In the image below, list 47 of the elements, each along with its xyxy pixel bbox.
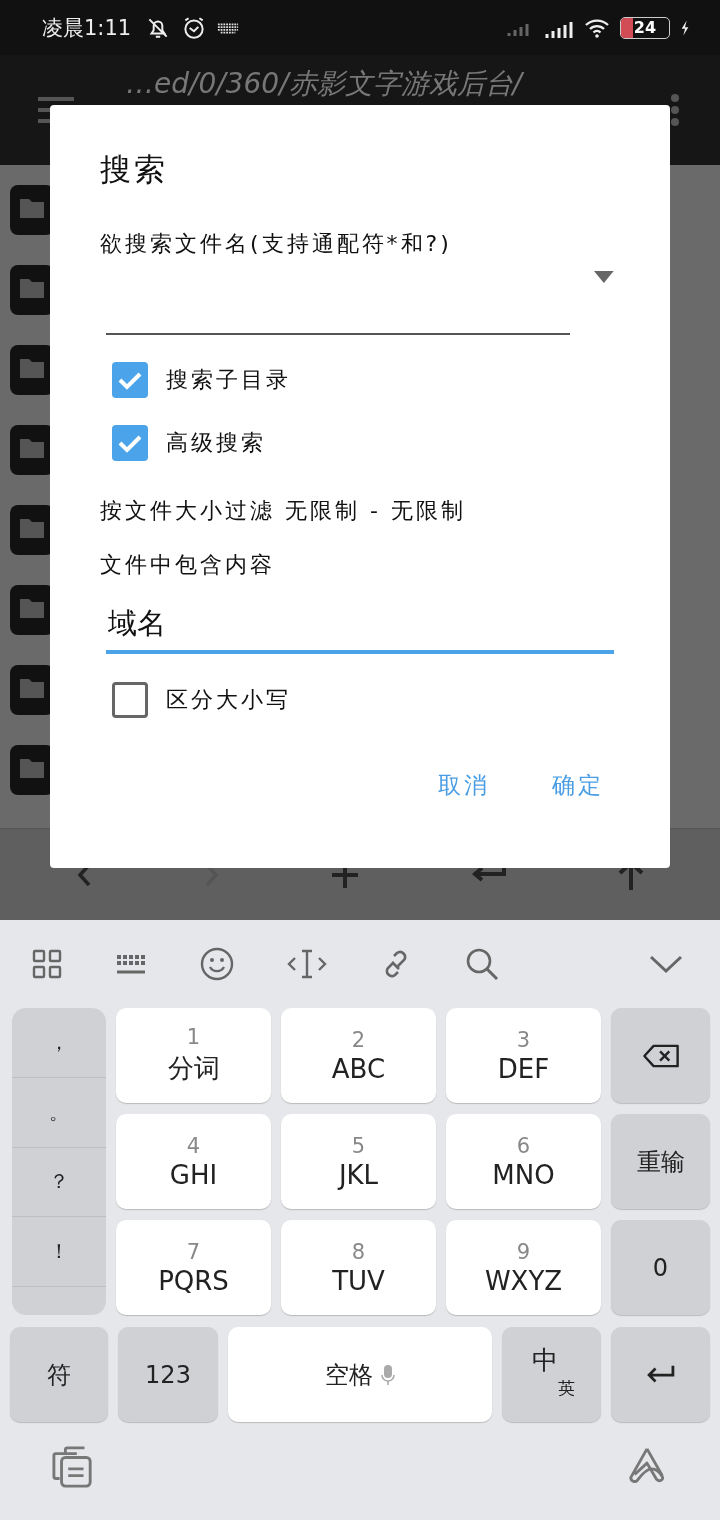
- letter-key[interactable]: 2 ABC: [281, 1008, 436, 1103]
- status-time: 凌晨1:11: [42, 14, 132, 42]
- collapse-icon[interactable]: [649, 954, 683, 974]
- letter-key[interactable]: 4 GHI: [116, 1114, 271, 1209]
- letter-key[interactable]: 1 分词: [116, 1008, 271, 1103]
- letter-key[interactable]: 9 WXYZ: [446, 1220, 601, 1315]
- content-field[interactable]: 域名: [106, 602, 614, 654]
- grid-icon[interactable]: [32, 949, 62, 979]
- search-icon[interactable]: [465, 947, 499, 981]
- cursor-icon[interactable]: [287, 949, 327, 979]
- language-key[interactable]: 中 英: [502, 1327, 601, 1422]
- checkbox-label: 高级搜索: [166, 429, 266, 457]
- keyboard-icon: [217, 21, 240, 34]
- letter-key[interactable]: 3 DEF: [446, 1008, 601, 1103]
- size-filter-text[interactable]: 按文件大小过滤 无限制 - 无限制: [100, 496, 614, 526]
- battery-indicator: 24: [620, 16, 670, 39]
- letter-key[interactable]: 7 PQRS: [116, 1220, 271, 1315]
- wifi-icon: [584, 17, 610, 38]
- content-label: 文件中包含内容: [100, 551, 276, 579]
- dialog-title: 搜索: [100, 150, 169, 189]
- backspace-key[interactable]: [611, 1008, 710, 1103]
- punctuation-key[interactable]: 。: [12, 1077, 106, 1148]
- letter-key[interactable]: 8 TUV: [281, 1220, 436, 1315]
- numbers-key[interactable]: 123: [118, 1327, 218, 1422]
- letter-key[interactable]: 5 JKL: [281, 1114, 436, 1209]
- punctuation-key[interactable]: ？: [12, 1147, 106, 1218]
- filename-label: 欲搜索文件名(支持通配符*和?): [100, 230, 453, 258]
- zero-key[interactable]: 0: [611, 1220, 710, 1315]
- backspace-icon: [641, 1043, 680, 1068]
- emoji-icon[interactable]: [200, 947, 234, 981]
- folder-path: …ed/0/360/赤影文字游戏后台/: [126, 65, 620, 103]
- checkbox[interactable]: [112, 425, 148, 461]
- keyboard-icon[interactable]: [115, 952, 147, 976]
- punctuation-key[interactable]: ！: [12, 1217, 106, 1287]
- checkbox[interactable]: [112, 362, 148, 398]
- microphone-icon: [381, 1363, 395, 1386]
- clipboard-icon[interactable]: [52, 1446, 94, 1488]
- retype-key[interactable]: 重输: [611, 1114, 710, 1209]
- checkbox-label: 区分大小写: [166, 686, 291, 714]
- checkbox-label: 搜索子目录: [166, 366, 291, 394]
- space-key[interactable]: 空格: [228, 1327, 492, 1422]
- symbols-key[interactable]: 符: [10, 1327, 108, 1422]
- dropdown-icon[interactable]: [594, 271, 614, 283]
- checkbox[interactable]: [112, 682, 148, 718]
- punctuation-key[interactable]: ，: [12, 1008, 106, 1078]
- letter-key[interactable]: 6 MNO: [446, 1114, 601, 1209]
- more-icon[interactable]: [670, 93, 680, 127]
